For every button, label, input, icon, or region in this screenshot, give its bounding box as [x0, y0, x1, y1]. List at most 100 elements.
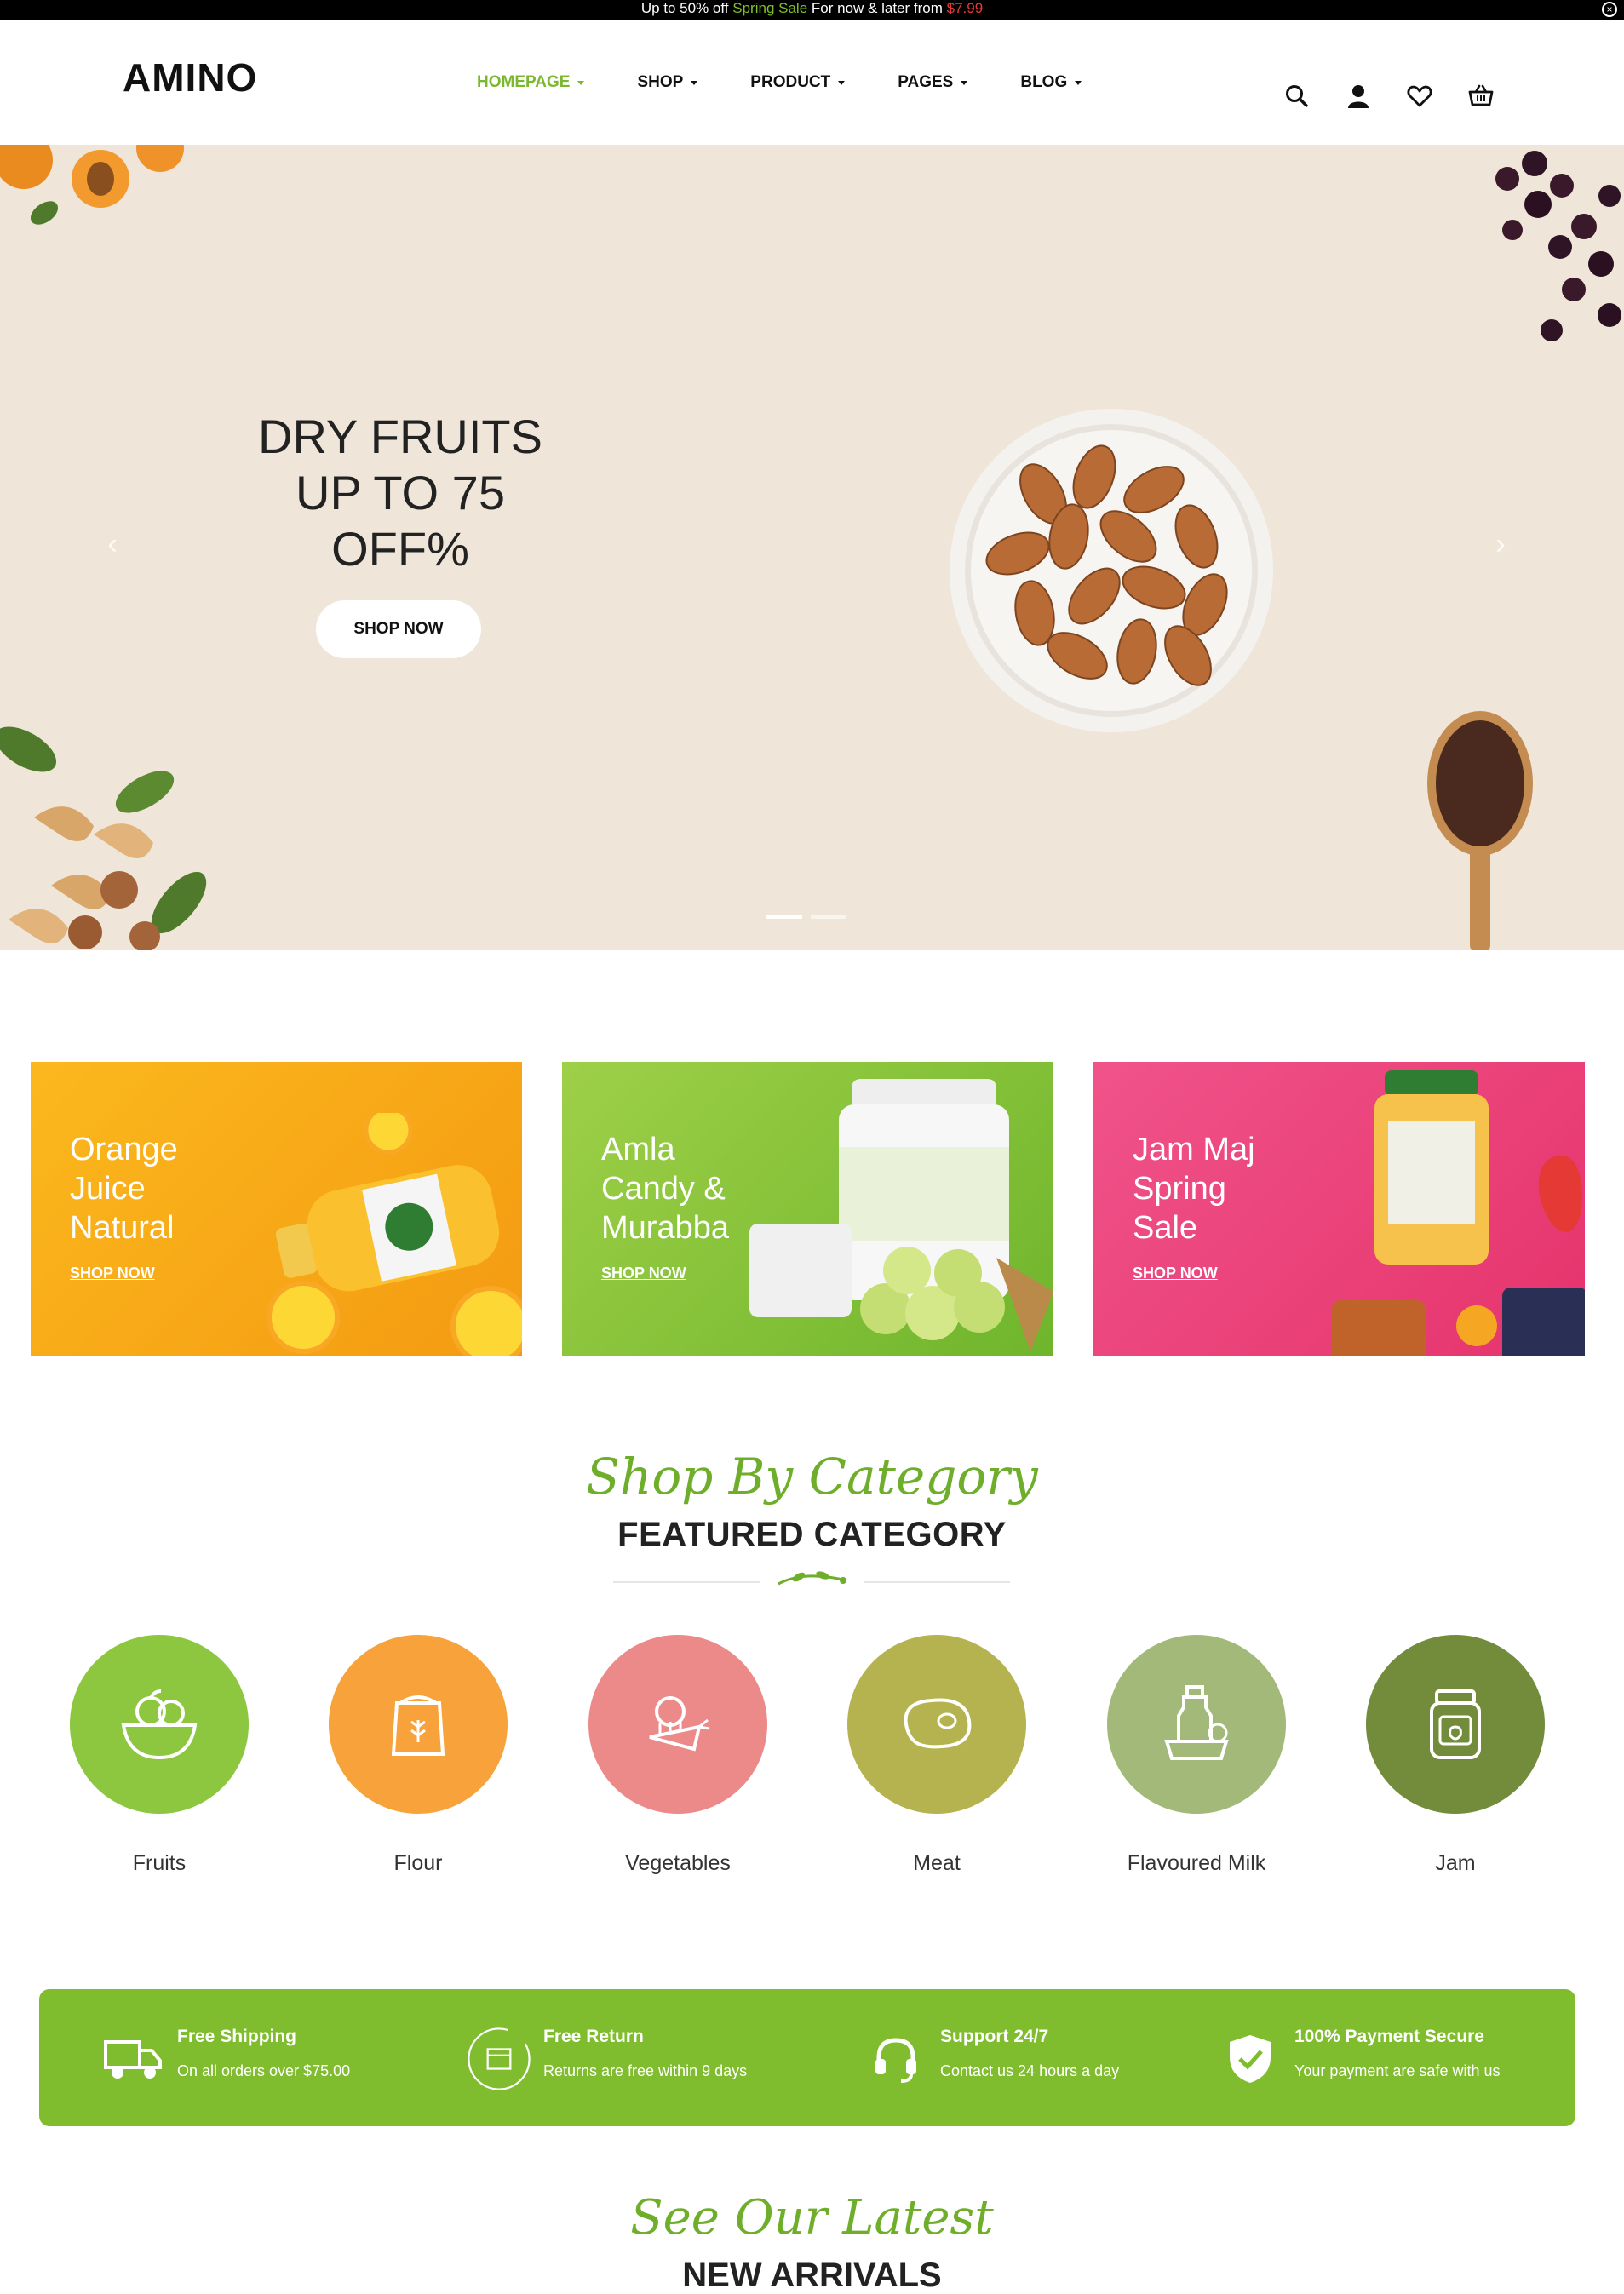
banner-title-line: Spring: [1133, 1171, 1226, 1207]
banner-title-line: Candy &: [601, 1171, 726, 1207]
nav-item-homepage[interactable]: HOMEPAGE: [477, 73, 585, 92]
slider-next-arrow-icon[interactable]: ›: [1489, 530, 1512, 559]
hero-title-line: UP TO 75: [296, 466, 505, 519]
banner-shop-now-link[interactable]: SHOP NOW: [70, 1265, 155, 1282]
banner-shop-now-link[interactable]: SHOP NOW: [601, 1265, 686, 1282]
category-fruits[interactable]: Fruits: [66, 1635, 253, 1876]
leaf-ornament-icon: [778, 1571, 847, 1586]
close-icon[interactable]: ×: [1602, 2, 1617, 17]
announcement-prefix: Up to 50% off: [640, 0, 729, 16]
cashew-decoration: [0, 726, 207, 950]
banner-title-line: Murabba: [601, 1210, 729, 1246]
feature-title: Free Return: [543, 2027, 644, 2046]
cart-basket-icon[interactable]: [1466, 82, 1495, 111]
features-strip: Free Shipping On all orders over $75.00 …: [39, 1989, 1575, 2126]
header-actions: [1283, 82, 1495, 111]
new-arrivals-script-title: See Our Latest: [630, 2190, 994, 2245]
category-jam[interactable]: Jam: [1362, 1635, 1549, 1876]
shield-check-icon: [1216, 2025, 1284, 2093]
promo-banner-jam[interactable]: Jam Maj Spring Sale SHOP NOW: [1093, 1062, 1585, 1356]
amla-jar-image: [749, 1079, 1053, 1351]
banner-title-line: Jam Maj: [1133, 1132, 1255, 1167]
hero-title-line: DRY FRUITS: [258, 410, 542, 463]
feature-desc: Contact us 24 hours a day: [940, 2062, 1120, 2079]
banner-title-line: Amla: [601, 1132, 675, 1167]
feature-desc: On all orders over $75.00: [177, 2062, 351, 2079]
user-icon[interactable]: [1344, 82, 1373, 111]
announcement-bar: Up to 50% off Spring Sale For now & late…: [0, 0, 1624, 20]
feature-title: Free Shipping: [177, 2027, 297, 2046]
chevron-down-icon: [1075, 80, 1082, 85]
category-name: Meat: [913, 1851, 961, 1875]
nav-item-product[interactable]: PRODUCT: [750, 73, 846, 92]
jam-jar-icon: [1366, 1635, 1545, 1814]
nav-item-shop[interactable]: SHOP: [637, 73, 698, 92]
juice-bottle-image: [267, 1113, 522, 1356]
divider-line-left: [613, 1581, 760, 1583]
feature-free-shipping: Free Shipping On all orders over $75.00: [99, 2025, 350, 2093]
category-name: Jam: [1435, 1851, 1476, 1875]
nav-label: HOMEPAGE: [477, 73, 571, 91]
category-name: Flour: [393, 1851, 443, 1875]
apricot-decoration: [0, 145, 184, 225]
hero-title: DRY FRUITS UP TO 75 OFF%: [204, 409, 596, 577]
feature-desc: Returns are free within 9 days: [543, 2062, 748, 2079]
category-name: Vegetables: [625, 1851, 731, 1875]
banner-shop-now-link[interactable]: SHOP NOW: [1133, 1265, 1218, 1282]
promo-banner-amla[interactable]: Amla Candy & Murabba SHOP NOW: [562, 1062, 1053, 1356]
jam-jar-image: [1332, 1070, 1585, 1356]
heart-icon[interactable]: [1405, 82, 1434, 111]
feature-desc: Your payment are safe with us: [1294, 2062, 1501, 2079]
feature-title: 100% Payment Secure: [1294, 2027, 1484, 2046]
category-name: Fruits: [132, 1851, 187, 1875]
feature-free-return: Free Return Returns are free within 9 da…: [465, 2025, 747, 2093]
return-box-icon: [465, 2025, 533, 2093]
feature-payment-secure: 100% Payment Secure Your payment are saf…: [1216, 2025, 1500, 2093]
chevron-down-icon: [577, 80, 585, 85]
category-section-title: FEATURED CATEGORY: [617, 1516, 1007, 1553]
nav-label: SHOP: [637, 73, 684, 91]
category-vegetables[interactable]: Vegetables: [584, 1635, 772, 1876]
category-flour[interactable]: Flour: [324, 1635, 512, 1876]
flour-bag-icon: [329, 1635, 508, 1814]
slider-prev-arrow-icon[interactable]: ‹: [100, 530, 124, 559]
hero-title-line: OFF%: [331, 522, 469, 576]
banner-title: Orange Juice Natural: [70, 1130, 178, 1247]
slider-dot-1[interactable]: [766, 915, 802, 919]
almond-bowl-image: [950, 409, 1273, 732]
search-icon[interactable]: [1283, 82, 1311, 111]
new-arrivals-title: NEW ARRIVALS: [682, 2257, 942, 2294]
slider-dot-2[interactable]: [811, 915, 846, 919]
chevron-down-icon: [838, 80, 846, 85]
announcement-middle: For now & later from: [811, 0, 943, 16]
feature-title: Support 24/7: [940, 2027, 1049, 2046]
site-header: AMINO HOMEPAGE SHOP PRODUCT PAGES BLOG: [0, 20, 1624, 145]
hero-shop-now-button[interactable]: SHOP NOW: [316, 600, 481, 658]
chevron-down-icon: [961, 80, 968, 85]
main-nav: HOMEPAGE SHOP PRODUCT PAGES BLOG: [477, 73, 1134, 92]
nav-item-pages[interactable]: PAGES: [898, 73, 968, 92]
spoon-decoration: [1427, 711, 1533, 950]
category-meat[interactable]: Meat: [843, 1635, 1030, 1876]
category-flavoured-milk[interactable]: Flavoured Milk: [1103, 1635, 1290, 1876]
steak-icon: [847, 1635, 1026, 1814]
promo-banner-orange-juice[interactable]: Orange Juice Natural SHOP NOW: [31, 1062, 522, 1356]
site-logo[interactable]: AMINO: [123, 54, 257, 100]
nav-label: PAGES: [898, 73, 954, 91]
fruit-basket-icon: [70, 1635, 249, 1814]
chevron-down-icon: [691, 80, 698, 85]
divider-line-right: [864, 1581, 1010, 1583]
nav-item-blog[interactable]: BLOG: [1020, 73, 1082, 92]
nav-label: BLOG: [1020, 73, 1068, 91]
slider-pagination: [766, 915, 846, 919]
banner-title-line: Natural: [70, 1210, 175, 1246]
vegetables-icon: [588, 1635, 767, 1814]
nav-label: PRODUCT: [750, 73, 831, 91]
headset-icon: [862, 2025, 930, 2093]
banner-title: Amla Candy & Murabba: [601, 1130, 729, 1247]
milk-bottle-icon: [1107, 1635, 1286, 1814]
banner-title: Jam Maj Spring Sale: [1133, 1130, 1255, 1247]
category-name: Flavoured Milk: [1127, 1851, 1266, 1875]
berries-decoration: [1495, 151, 1621, 341]
category-script-title: Shop By Category: [586, 1448, 1038, 1505]
